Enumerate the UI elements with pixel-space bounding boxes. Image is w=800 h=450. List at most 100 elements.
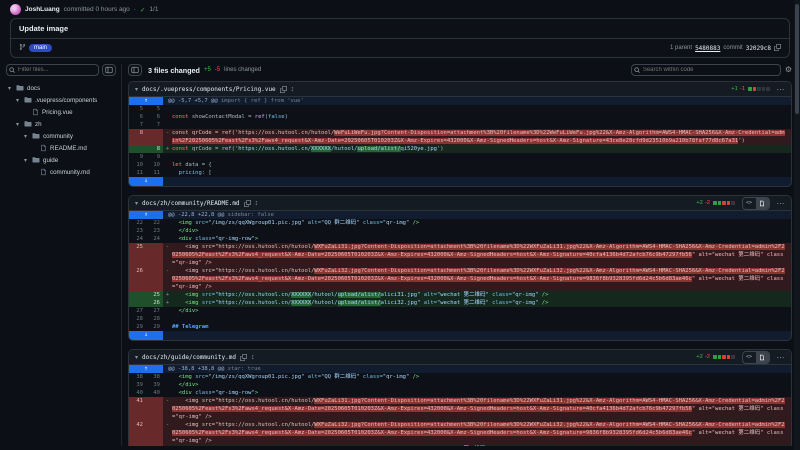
tree-folder-community[interactable]: ▾community [6,130,116,142]
old-line-number[interactable]: 8 [129,129,146,145]
old-line-number[interactable]: 5 [129,105,146,113]
new-line-number[interactable]: 28 [146,315,163,323]
new-line-number[interactable] [146,421,163,445]
old-line-number[interactable]: 41 [129,397,146,421]
old-line-number[interactable]: 23 [129,227,146,235]
rich-view-button[interactable] [756,352,769,363]
checks-passed-icon[interactable]: ✓ [140,6,145,14]
parent-sha-link[interactable]: 5480883 [695,45,720,52]
old-line-number[interactable]: 22 [129,219,146,227]
new-line-number[interactable]: 23 [146,227,163,235]
scrollbar-thumb[interactable] [795,4,799,114]
new-line-number[interactable]: 22 [146,219,163,227]
old-line-number[interactable]: 25 [129,243,146,267]
file-path-link[interactable]: docs/zh/guide/community.md [142,354,236,361]
file-path-link[interactable]: docs/zh/community/README.md [142,200,240,207]
expand-up-button[interactable]: ↑ [129,365,163,373]
file-options-kebab-icon[interactable]: ⋯ [777,85,786,94]
search-within-code-input[interactable] [631,64,781,76]
checks-count[interactable]: 1/1 [149,6,158,13]
tree-file-readme-md[interactable]: README.md [6,142,116,154]
collapse-diff-chevron-icon[interactable]: ▾ [135,86,138,93]
source-view-button[interactable]: <> [743,352,756,363]
new-line-number[interactable]: 29 [146,323,163,331]
avatar[interactable] [10,4,21,15]
copy-sha-icon[interactable] [774,44,781,53]
tree-folder-docs[interactable]: ▾docs [6,82,116,94]
deleted-line-row: 26- <img src="https://oss.hutool.cn/huto… [129,267,791,291]
new-line-number[interactable]: 39 [146,381,163,389]
new-line-number[interactable]: 11 [146,169,163,177]
old-line-number[interactable]: 24 [129,235,146,243]
new-line-number[interactable]: 8 [146,145,163,153]
expand-diff-icon[interactable]: ↕ [255,200,259,207]
collapse-file-tree-button[interactable] [102,64,116,76]
old-line-number[interactable] [129,291,146,299]
copy-path-icon[interactable] [280,86,287,93]
expand-down-button[interactable]: ↓ [129,177,163,186]
tree-folder-zh[interactable]: ▾zh [6,118,116,130]
tree-file-pricing-vue[interactable]: Pricing.vue [6,106,116,118]
new-line-number[interactable]: 25 [146,291,163,299]
copy-path-icon[interactable] [244,200,251,207]
copy-path-icon[interactable] [240,354,247,361]
old-line-number[interactable]: 28 [129,315,146,323]
new-line-number[interactable] [146,129,163,145]
tree-folder-vuepress-components[interactable]: ▾.vuepress/components [6,94,116,106]
new-line-number[interactable]: 9 [146,153,163,161]
old-line-number[interactable]: 10 [129,161,146,169]
new-line-number[interactable]: 10 [146,161,163,169]
old-line-number[interactable]: 39 [129,381,146,389]
old-line-number[interactable] [129,445,146,446]
branch-badge[interactable]: main [29,44,52,52]
new-line-number[interactable]: 5 [146,105,163,113]
rich-view-button[interactable] [756,198,769,209]
new-line-number[interactable]: 7 [146,121,163,129]
old-line-number[interactable] [129,145,146,153]
expand-up-button[interactable]: ↑ [129,211,163,219]
collapse-diff-chevron-icon[interactable]: ▾ [135,200,138,207]
collapse-diff-chevron-icon[interactable]: ▾ [135,354,138,361]
new-line-number[interactable]: 24 [146,235,163,243]
commit-author[interactable]: JoshLuang [25,6,60,13]
old-line-number[interactable]: 11 [129,169,146,177]
new-line-number[interactable]: 6 [146,113,163,121]
old-line-number[interactable]: 7 [129,121,146,129]
old-line-number[interactable]: 42 [129,421,146,445]
file-options-kebab-icon[interactable]: ⋯ [777,199,786,208]
new-line-number[interactable] [146,397,163,421]
old-line-number[interactable]: 26 [129,267,146,291]
filter-files-input[interactable] [6,64,99,76]
chevron-down-icon[interactable]: ▾ [16,97,21,104]
old-line-number[interactable] [129,299,146,307]
file-options-kebab-icon[interactable]: ⋯ [777,353,786,362]
old-line-number[interactable]: 40 [129,389,146,397]
tree-folder-guide[interactable]: ▾guide [6,154,116,166]
new-line-number[interactable] [146,267,163,291]
diff-settings-gear-icon[interactable]: ⚙ [785,66,792,74]
source-view-button[interactable]: <> [743,198,756,209]
expand-diff-icon[interactable]: ↕ [291,86,295,93]
new-line-number[interactable]: 26 [146,299,163,307]
page-scrollbar[interactable] [794,0,800,450]
new-line-number[interactable] [146,243,163,267]
new-line-number[interactable]: 38 [146,373,163,381]
old-line-number[interactable]: 27 [129,307,146,315]
chevron-down-icon[interactable]: ▾ [24,157,29,164]
tree-file-community-md[interactable]: community.md [6,166,116,178]
old-line-number[interactable]: 9 [129,153,146,161]
toggle-file-tree-button[interactable] [128,64,142,76]
chevron-down-icon[interactable]: ▾ [16,121,21,128]
chevron-down-icon[interactable]: ▾ [24,133,29,140]
old-line-number[interactable]: 38 [129,373,146,381]
expand-down-button[interactable]: ↓ [129,331,163,340]
new-line-number[interactable]: 27 [146,307,163,315]
old-line-number[interactable]: 29 [129,323,146,331]
expand-up-button[interactable]: ↑ [129,97,163,105]
chevron-down-icon[interactable]: ▾ [8,85,13,92]
new-line-number[interactable]: 41 [146,445,163,446]
expand-diff-icon[interactable]: ↕ [251,354,255,361]
old-line-number[interactable]: 6 [129,113,146,121]
file-path-link[interactable]: docs/.vuepress/components/Pricing.vue [142,86,276,93]
new-line-number[interactable]: 40 [146,389,163,397]
